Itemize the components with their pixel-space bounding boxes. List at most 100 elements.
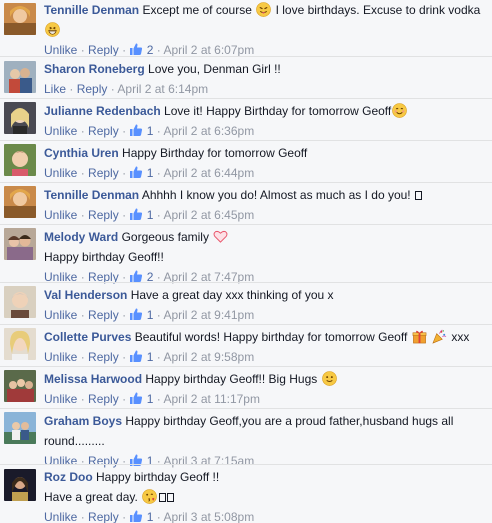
comment-author-link[interactable]: Sharon Roneberg [44,62,145,76]
like-count[interactable]: 1 [147,208,154,222]
unlike-link[interactable]: Unlike [44,124,77,138]
reply-link[interactable]: Reply [88,392,119,406]
comment-author-link[interactable]: Tennille Denman [44,3,139,17]
comment-timestamp[interactable]: April 2 at 6:07pm [163,43,254,57]
like-count[interactable]: 1 [147,510,154,523]
comment-text: Happy Birthday for tomorrow Geoff [122,146,308,160]
comment-body: Graham Boys Happy birthday Geoff,you are… [44,411,486,471]
separator: · [69,82,74,96]
reply-link[interactable]: Reply [88,43,119,57]
like-count[interactable]: 2 [147,43,154,57]
comment-timestamp[interactable]: April 3 at 5:08pm [163,510,254,523]
separator: · [110,82,115,96]
reply-link[interactable]: Reply [88,208,119,222]
comment-item: Melissa Harwood Happy birthday Geoff!! B… [0,366,492,408]
avatar[interactable] [4,469,36,501]
avatar[interactable] [4,328,36,360]
separator: · [80,43,85,57]
comment-author-link[interactable]: Julianne Redenbach [44,104,161,118]
comment-item: Graham Boys Happy birthday Geoff,you are… [0,408,492,468]
unlike-link[interactable]: Unlike [44,510,77,523]
comment-author-link[interactable]: Tennille Denman [44,188,139,202]
unlike-link[interactable]: Unlike [44,392,77,406]
avatar[interactable] [4,228,36,260]
reply-link[interactable]: Reply [88,166,119,180]
thumbs-up-icon[interactable] [129,509,143,523]
missing-glyph-icon [167,493,175,502]
like-count[interactable]: 1 [147,350,154,364]
comment-author-link[interactable]: Melody Ward [44,230,118,244]
thumbs-up-icon[interactable] [129,307,143,321]
heart-icon [213,229,228,244]
thumbs-up-icon[interactable] [129,391,143,405]
comment-timestamp[interactable]: April 2 at 11:17pm [163,392,260,406]
thumbs-up-icon[interactable] [129,349,143,363]
reply-link[interactable]: Reply [88,124,119,138]
avatar[interactable] [4,61,36,93]
comment-timestamp[interactable]: April 2 at 6:44pm [163,166,254,180]
comment-body: Julianne Redenbach Love it! Happy Birthd… [44,101,486,141]
thumbs-up-icon[interactable] [129,269,143,283]
avatar[interactable] [4,286,36,318]
comment-timestamp[interactable]: April 2 at 6:36pm [163,124,254,138]
comment-author-link[interactable]: Roz Doo [44,470,93,484]
tongue-out-face-icon [256,2,272,17]
separator: · [156,166,161,180]
comment-text: Love it! Happy Birthday for tomorrow Geo… [164,104,392,118]
comment-actions: Unlike · Reply · 1 · April 2 at 6:36pm [44,121,486,141]
separator: · [80,308,85,322]
separator: · [80,350,85,364]
like-count[interactable]: 1 [147,308,154,322]
thumbs-up-icon[interactable] [129,165,143,179]
separator: · [122,166,127,180]
like-link[interactable]: Like [44,82,66,96]
comment-timestamp[interactable]: April 2 at 9:41pm [163,308,254,322]
comment-author-link[interactable]: Collette Purves [44,330,131,344]
slightly-smiling-face-icon [321,371,337,386]
thumbs-up-icon[interactable] [129,42,143,56]
comment-author-link[interactable]: Graham Boys [44,414,122,428]
like-count[interactable]: 1 [147,166,154,180]
comment-item: Roz Doo Happy birthday Geoff !! Have a g… [0,464,492,523]
avatar[interactable] [4,370,36,402]
comment-body: Cynthia Uren Happy Birthday for tomorrow… [44,143,486,183]
comment-item: Val Henderson Have a great day xxx think… [0,282,492,324]
unlike-link[interactable]: Unlike [44,308,77,322]
separator: · [156,510,161,523]
avatar[interactable] [4,144,36,176]
comment-actions: Unlike · Reply · 1 · April 2 at 6:44pm [44,163,486,183]
reply-link[interactable]: Reply [77,82,108,96]
comment-item: Sharon Roneberg Love you, Denman Girl !!… [0,56,492,98]
comment-body: Sharon Roneberg Love you, Denman Girl !!… [44,59,486,99]
thumbs-up-icon[interactable] [129,123,143,137]
reply-link[interactable]: Reply [88,308,119,322]
separator: · [122,308,127,322]
comment-author-link[interactable]: Melissa Harwood [44,372,142,386]
like-count[interactable]: 1 [147,392,154,406]
reply-link[interactable]: Reply [88,510,119,523]
comment-timestamp[interactable]: April 2 at 6:45pm [163,208,254,222]
comment-text: Happy birthday Geoff!! Big Hugs [145,372,318,386]
comment-author-link[interactable]: Val Henderson [44,288,127,302]
unlike-link[interactable]: Unlike [44,43,77,57]
thumbs-up-icon[interactable] [129,207,143,221]
separator: · [80,166,85,180]
unlike-link[interactable]: Unlike [44,166,77,180]
unlike-link[interactable]: Unlike [44,208,77,222]
avatar[interactable] [4,186,36,218]
avatar[interactable] [4,412,36,444]
unlike-link[interactable]: Unlike [44,350,77,364]
separator: · [122,124,127,138]
avatar[interactable] [4,102,36,134]
separator: · [80,124,85,138]
comment-timestamp[interactable]: April 2 at 9:58pm [163,350,254,364]
comment-timestamp[interactable]: April 2 at 6:14pm [117,82,208,96]
comment-item: Julianne Redenbach Love it! Happy Birthd… [0,98,492,140]
like-count[interactable]: 1 [147,124,154,138]
avatar[interactable] [4,3,36,35]
comment-text-continued: I love birthdays. Excuse to drink vodka [275,3,481,17]
comment-body: Melody Ward Gorgeous family Happy birthd… [44,227,486,287]
separator: · [156,124,161,138]
comment-author-link[interactable]: Cynthia Uren [44,146,119,160]
reply-link[interactable]: Reply [88,350,119,364]
